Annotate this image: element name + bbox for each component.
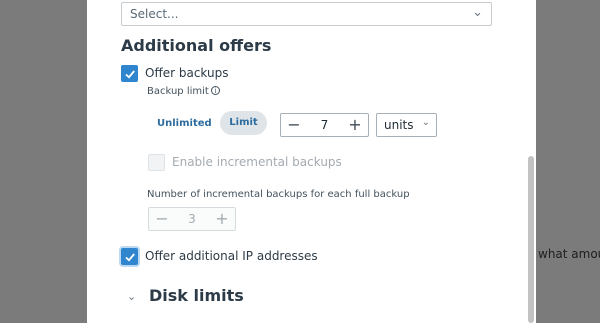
incremental-count-value[interactable]: 3 bbox=[175, 212, 209, 226]
offer-ip-checkbox[interactable] bbox=[121, 248, 138, 265]
backup-limit-stepper[interactable]: − 7 + bbox=[280, 113, 369, 137]
offer-backups-checkbox[interactable] bbox=[121, 65, 138, 82]
incremental-count-label: Number of incremental backups for each f… bbox=[147, 189, 410, 200]
incremental-count-stepper[interactable]: − 3 + bbox=[148, 207, 236, 231]
limit-option[interactable]: Limit bbox=[220, 111, 267, 135]
offer-ip-label: Offer additional IP addresses bbox=[145, 249, 318, 263]
chevron-down-icon: ⌄ bbox=[472, 5, 483, 20]
plus-icon[interactable]: + bbox=[344, 114, 366, 136]
checkmark-icon bbox=[124, 252, 135, 261]
select-placeholder: Select... bbox=[130, 7, 179, 21]
disk-limits-heading[interactable]: Disk limits bbox=[149, 286, 244, 305]
info-icon[interactable]: i bbox=[210, 86, 220, 95]
checkmark-icon bbox=[124, 69, 135, 78]
units-value: units bbox=[384, 118, 414, 132]
minus-icon[interactable]: − bbox=[283, 114, 305, 136]
chevron-down-icon[interactable]: ⌄ bbox=[127, 290, 136, 303]
plus-icon[interactable]: + bbox=[211, 208, 233, 230]
additional-offers-heading: Additional offers bbox=[121, 36, 272, 55]
minus-icon[interactable]: − bbox=[151, 208, 173, 230]
backup-limit-value[interactable]: 7 bbox=[307, 118, 342, 132]
scrollbar[interactable] bbox=[528, 156, 534, 323]
incremental-backups-label: Enable incremental backups bbox=[172, 155, 342, 169]
unlimited-option[interactable]: Unlimited bbox=[151, 113, 218, 135]
backup-limit-label: Backup limit i bbox=[147, 86, 220, 97]
chevron-down-icon: ⌄ bbox=[421, 117, 430, 128]
backdrop-partial-text: what amou bbox=[538, 247, 600, 261]
subscription-dialog: Select... ⌄ Additional offers Offer back… bbox=[87, 0, 536, 323]
offer-backups-label: Offer backups bbox=[145, 66, 229, 80]
plan-select[interactable]: Select... ⌄ bbox=[121, 2, 492, 26]
units-select[interactable]: units ⌄ bbox=[376, 113, 437, 137]
incremental-backups-checkbox[interactable] bbox=[148, 154, 165, 171]
